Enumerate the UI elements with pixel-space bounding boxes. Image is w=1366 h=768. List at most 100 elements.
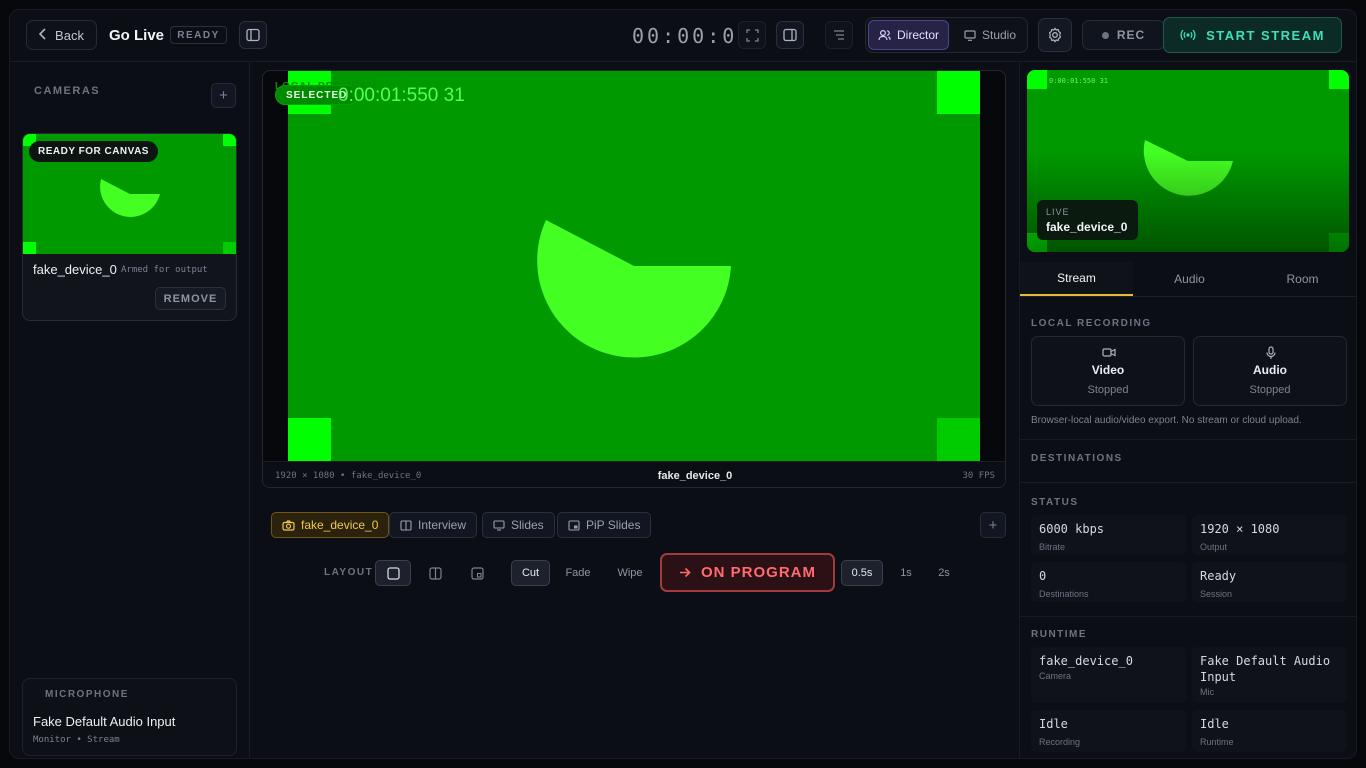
transition-cut-button[interactable]: Cut xyxy=(511,560,550,586)
cameras-panel: CAMERAS + READY FOR CANVAS fake_device_0… xyxy=(10,62,250,758)
live-timecode: 0:00:01:550 31 xyxy=(1049,77,1109,85)
record-audio-title: Audio xyxy=(1253,363,1287,377)
runtime-mic: Fake Default Audio Input Mic xyxy=(1192,647,1347,703)
live-caption: LIVE fake_device_0 xyxy=(1037,200,1138,240)
stat-value: Idle xyxy=(1200,717,1229,731)
ready-for-canvas-badge: READY FOR CANVAS xyxy=(29,141,158,162)
start-stream-button[interactable]: START STREAM xyxy=(1163,17,1342,53)
camera-card[interactable]: READY FOR CANVAS fake_device_0 Armed for… xyxy=(22,133,237,321)
scene-label: Slides xyxy=(511,518,544,532)
transition-fade-button[interactable]: Fade xyxy=(558,560,598,586)
stat-label: Destinations xyxy=(1039,589,1089,599)
record-button[interactable]: REC xyxy=(1082,20,1165,50)
camera-status: Armed for output xyxy=(121,265,208,275)
square-icon xyxy=(386,566,400,580)
stat-value: fake_device_0 xyxy=(1039,654,1133,668)
remove-camera-button[interactable]: REMOVE xyxy=(155,287,226,310)
on-program-label: ON PROGRAM xyxy=(701,564,816,581)
director-mode-button[interactable]: Director xyxy=(868,20,949,50)
scene-interview-button[interactable]: Interview xyxy=(389,512,478,538)
stat-label: Runtime xyxy=(1200,737,1234,747)
back-button[interactable]: Back xyxy=(26,20,97,50)
arrow-right-icon xyxy=(680,567,691,578)
layout-split-button[interactable] xyxy=(417,560,453,586)
microphone-card[interactable]: MICROPHONE Fake Default Audio Input Moni… xyxy=(22,678,237,756)
live-preview: 0:00:01:550 31 LIVE fake_device_0 xyxy=(1027,70,1349,252)
layout-single-button[interactable] xyxy=(375,560,411,586)
app-window: Back Go Live READY 00:00:00 Director Stu… xyxy=(9,9,1357,759)
stat-label: Output xyxy=(1200,542,1228,552)
stat-value: 0 xyxy=(1039,569,1047,583)
program-source: fake_device_0 xyxy=(657,470,733,482)
program-area: LOCAL PROGRAM SELECTED 0:00:01:550 31 19… xyxy=(250,62,1020,758)
users-icon xyxy=(878,29,891,41)
layout-label: LAYOUT xyxy=(324,567,374,578)
stat-label: Recording xyxy=(1039,737,1081,747)
gear-icon xyxy=(1049,27,1061,43)
studio-mode-button[interactable]: Studio xyxy=(954,20,1026,50)
runtime-recording: Idle Recording xyxy=(1031,710,1186,752)
record-video-status: Stopped xyxy=(1087,384,1129,396)
stat-value: 1920 × 1080 xyxy=(1200,522,1280,536)
scene-camera-button[interactable]: fake_device_0 xyxy=(271,512,390,538)
mode-switcher: Director Studio xyxy=(865,17,1028,53)
camera-name: fake_device_0 xyxy=(33,262,117,277)
divider xyxy=(1020,616,1356,617)
stat-label: Camera xyxy=(1039,671,1072,681)
fullscreen-icon xyxy=(745,28,759,42)
program-monitor: LOCAL PROGRAM SELECTED 0:00:01:550 31 19… xyxy=(262,70,1006,488)
director-label: Director xyxy=(896,28,939,42)
menu-button[interactable] xyxy=(825,21,853,49)
transition-wipe-button[interactable]: Wipe xyxy=(610,560,650,586)
program-footer: 1920 × 1080 • fake_device_0 fake_device_… xyxy=(263,461,1005,487)
record-video-card[interactable]: Video Stopped xyxy=(1031,336,1185,406)
list-icon xyxy=(834,30,844,40)
split-icon xyxy=(428,566,442,580)
scene-pip-slides-button[interactable]: PiP Slides xyxy=(557,512,652,538)
scene-slides-button[interactable]: Slides xyxy=(482,512,555,538)
page-title: Go Live xyxy=(109,27,165,44)
duration-0-5s-button[interactable]: 0.5s xyxy=(841,560,883,586)
duration-1s-button[interactable]: 1s xyxy=(888,560,924,586)
top-bar: Back Go Live READY 00:00:00 Director Stu… xyxy=(10,10,1356,62)
layout-pip-button[interactable] xyxy=(459,560,495,586)
tab-audio[interactable]: Audio xyxy=(1133,262,1246,296)
duration-2s-button[interactable]: 2s xyxy=(926,560,962,586)
status-badge: READY xyxy=(170,26,227,44)
stat-bitrate: 6000 kbps Bitrate xyxy=(1031,515,1186,555)
program-video[interactable]: LOCAL PROGRAM SELECTED 0:00:01:550 31 xyxy=(275,71,980,461)
stat-destinations: 0 Destinations xyxy=(1031,562,1186,602)
status-label: STATUS xyxy=(1031,497,1079,508)
record-audio-card[interactable]: Audio Stopped xyxy=(1193,336,1347,406)
live-source: fake_device_0 xyxy=(1046,220,1128,234)
tab-stream[interactable]: Stream xyxy=(1020,262,1133,296)
add-camera-button[interactable]: + xyxy=(211,83,236,108)
program-fps: 30 FPS xyxy=(962,471,995,481)
local-recording-note: Browser-local audio/video export. No str… xyxy=(1031,415,1302,426)
add-scene-button[interactable]: + xyxy=(980,512,1006,538)
sidebar-icon xyxy=(246,28,260,42)
local-recording-label: LOCAL RECORDING xyxy=(1031,318,1152,329)
columns-icon xyxy=(400,519,412,531)
fullscreen-button[interactable] xyxy=(738,21,766,49)
tab-room[interactable]: Room xyxy=(1246,262,1356,296)
settings-button[interactable] xyxy=(1038,18,1072,52)
monitor-icon xyxy=(493,519,505,531)
program-timecode: 0:00:01:550 31 xyxy=(338,85,465,106)
plus-icon: + xyxy=(988,516,998,534)
camera-thumbnail: READY FOR CANVAS xyxy=(23,134,236,254)
live-label: LIVE xyxy=(1046,207,1070,217)
inspector-panel: 0:00:01:550 31 LIVE fake_device_0 Stream… xyxy=(1020,62,1356,758)
scene-label: PiP Slides xyxy=(586,518,641,532)
on-program-button[interactable]: ON PROGRAM xyxy=(660,553,835,592)
toggle-right-panel-button[interactable] xyxy=(776,21,804,49)
stat-label: Bitrate xyxy=(1039,542,1066,552)
back-label: Back xyxy=(55,27,84,43)
microphone-icon xyxy=(1266,346,1276,359)
microphone-section-label: MICROPHONE xyxy=(45,689,129,700)
toggle-left-panel-button[interactable] xyxy=(239,21,267,49)
chevron-left-icon xyxy=(38,27,47,43)
divider xyxy=(1020,439,1356,440)
picture-in-picture-icon xyxy=(470,566,484,580)
stat-value: Fake Default Audio Input xyxy=(1200,654,1331,684)
